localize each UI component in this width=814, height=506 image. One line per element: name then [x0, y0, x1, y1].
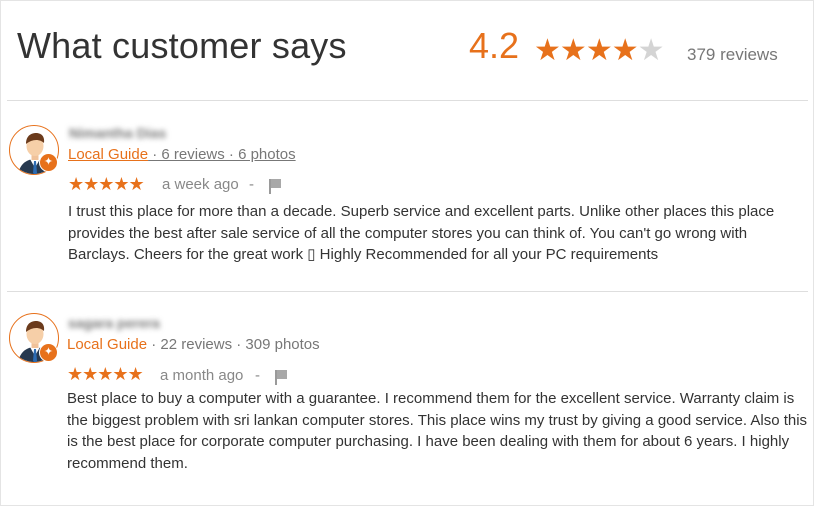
reviewer-meta[interactable]: Local Guide · 22 reviews · 309 photos: [67, 336, 320, 353]
separator-dash: -: [249, 176, 254, 193]
star-filled-icon: ★: [559, 34, 587, 67]
star-filled-icon: ★: [611, 34, 639, 67]
star-filled-icon: ★: [534, 34, 561, 67]
rating-stars: ★★★★★: [534, 33, 665, 68]
reviewer-name[interactable]: Nimantha Dias: [69, 125, 166, 141]
review-count[interactable]: 379 reviews: [687, 45, 778, 65]
review-time[interactable]: a month ago: [160, 367, 243, 384]
average-rating: 4.2: [469, 25, 520, 66]
local-guide-link[interactable]: Local Guide: [67, 336, 147, 353]
review-text: I trust this place for more than a decad…: [68, 203, 775, 263]
review-stars: ★★★★★: [68, 174, 145, 194]
review-time[interactable]: a week ago: [162, 176, 239, 193]
separator-dash: -: [255, 367, 260, 384]
star-empty-icon: ★: [637, 34, 665, 67]
star-filled-icon: ★: [585, 34, 613, 67]
review-text: Best place to buy a computer with a guar…: [67, 390, 808, 472]
reviewer-meta[interactable]: Local Guide · 6 reviews · 6 photos: [68, 146, 296, 163]
review-stars: ★★★★★: [67, 364, 144, 384]
reviews-panel: What customer says 4.2 ★★★★★ 379 reviews…: [0, 0, 814, 506]
local-guide-badge-icon: ✦: [39, 343, 58, 362]
divider: [7, 100, 808, 101]
local-guide-link[interactable]: Local Guide: [68, 146, 148, 163]
divider: [7, 291, 808, 292]
reviews-header: What customer says 4.2 ★★★★★ 379 reviews: [17, 23, 797, 73]
reviewer-stats[interactable]: · 6 reviews · 6 photos: [148, 146, 295, 163]
local-guide-badge-icon: ✦: [39, 153, 58, 172]
flag-icon[interactable]: [268, 178, 282, 194]
reviewer-stats[interactable]: · 22 reviews · 309 photos: [147, 336, 319, 353]
reviewer-name[interactable]: sagara perera: [68, 315, 160, 331]
page-title: What customer says: [17, 25, 347, 66]
flag-icon[interactable]: [274, 369, 288, 385]
